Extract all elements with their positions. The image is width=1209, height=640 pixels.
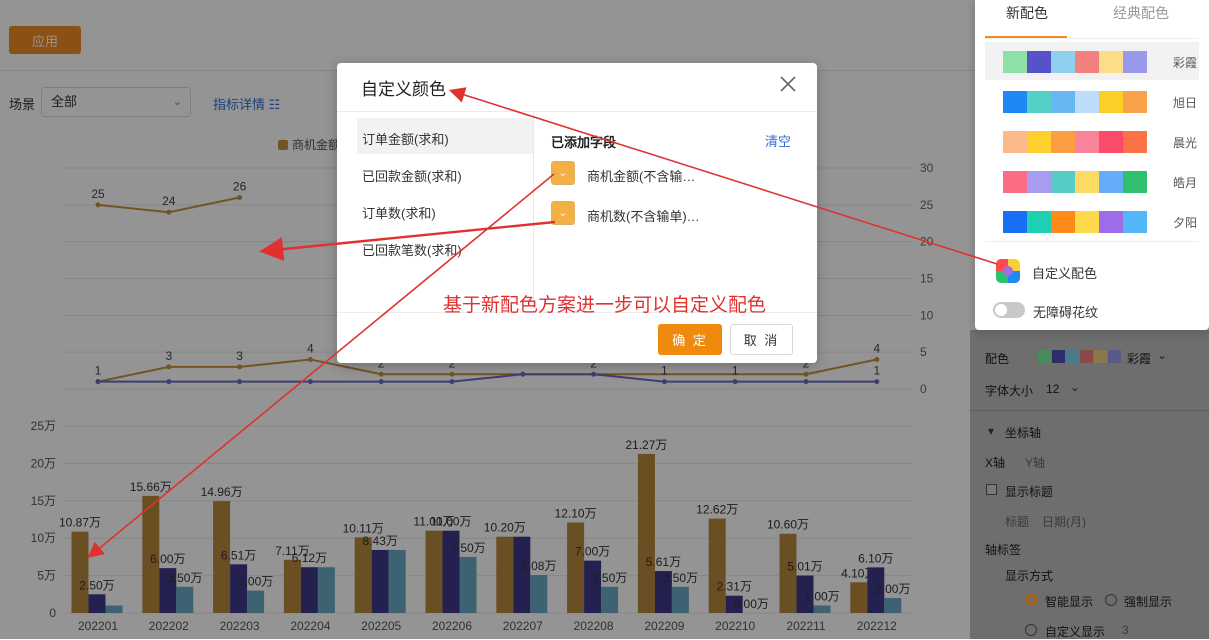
palette-swatch [1027,91,1051,113]
axis-label-title: 轴标签 [985,543,1022,557]
font-size-label: 字体大小 [985,384,1034,398]
palette-name: 彩霞 [1173,56,1198,70]
palette-swatch [1075,131,1099,153]
palette-name: 晨光 [1173,136,1198,150]
palette-swatch [1075,211,1099,233]
palette-swatch [1003,171,1027,193]
palette-option-旭日[interactable]: 旭日 [985,82,1199,120]
custom-palette-icon[interactable] [996,259,1020,283]
force-display-label: 强制显示 [1124,595,1173,609]
tab-new-palette[interactable]: 新配色 [1006,3,1048,23]
title-input[interactable]: 日期(月) [1042,513,1086,530]
palette-option-夕阳[interactable]: 夕阳 [985,202,1199,240]
custom-palette-label[interactable]: 自定义配色 [1032,263,1097,282]
added-field-label: 商机数(不含输单)… [587,209,700,224]
palette-name: 旭日 [1173,96,1198,110]
custom-display-label: 自定义显示 [1045,625,1106,639]
color-preview[interactable] [1038,350,1121,363]
tab-divider [985,38,1199,39]
title-label: 标题 [1005,515,1030,529]
palette-swatch [1003,91,1027,113]
palette-swatch [1027,211,1051,233]
palette-option-皓月[interactable]: 皓月 [985,162,1199,200]
palette-swatch [1099,211,1123,233]
palette-swatch [1075,51,1099,73]
accessible-pattern-toggle[interactable] [993,302,1025,318]
palette-swatch [1123,91,1147,113]
palette-swatch [1051,91,1075,113]
dialog-title: 自定义颜色 [361,80,446,99]
palette-swatch [1003,211,1027,233]
dialog-column-divider [533,112,534,312]
palette-swatch [1051,211,1075,233]
force-display-radio[interactable] [1105,594,1117,606]
chevron-down-icon: ⌄ [558,207,568,219]
smart-display-radio[interactable] [1025,594,1037,606]
added-field-label: 商机金额(不含输… [587,169,696,184]
show-title-checkbox[interactable] [986,484,997,495]
palette-name: 夕阳 [1173,216,1198,230]
palette-swatch [1099,91,1123,113]
popover-divider [985,241,1199,242]
toggle-knob [995,304,1007,316]
dialog-header-divider [337,111,817,112]
close-icon[interactable] [777,73,799,95]
chevron-down-icon: ⌄ [558,167,568,179]
accessible-pattern-label: 无障碍花纹 [1033,305,1099,320]
palette-swatch [1003,131,1027,153]
palette-swatch [1051,51,1075,73]
color-swatch-button[interactable]: ⌄ [551,161,575,185]
palette-swatch [1123,211,1147,233]
tab-y-axis[interactable]: Y轴 [1025,454,1045,471]
active-tab-underline [985,36,1067,38]
panel-divider [970,410,1209,411]
palette-swatch [1027,171,1051,193]
added-fields-title: 已添加字段 [551,135,617,150]
custom-display-value[interactable]: 3 [1122,623,1129,637]
palette-swatch [1099,51,1123,73]
annotation-text: 基于新配色方案进一步可以自定义配色 [443,295,767,316]
color-swatch-button[interactable]: ⌄ [551,201,575,225]
caret-down-icon[interactable]: ▾ [988,424,994,438]
field-item[interactable]: 订单数(求和) [362,203,436,222]
palette-swatch [1075,91,1099,113]
palette-swatch [1123,131,1147,153]
custom-color-dialog: 自定义颜色 订单金额(求和) 已回款金额(求和) 订单数(求和) 已回款笔数(求… [337,63,817,363]
field-item[interactable]: 订单金额(求和) [362,129,449,148]
palette-swatch [1099,131,1123,153]
palette-swatch [1027,51,1051,73]
smart-display-label: 智能显示 [1045,595,1094,609]
clear-link[interactable]: 清空 [765,131,791,150]
chevron-down-icon[interactable]: ⌄ [1157,348,1167,362]
cancel-button[interactable]: 取 消 [730,324,793,355]
font-size-value[interactable]: 12 [1046,382,1059,396]
field-item[interactable]: 已回款笔数(求和) [362,240,462,259]
custom-display-radio[interactable] [1025,624,1037,636]
palette-swatch [1075,171,1099,193]
confirm-button[interactable]: 确 定 [658,324,722,355]
chevron-down-icon[interactable]: ⌄ [1070,380,1080,394]
palette-swatch [1027,131,1051,153]
color-scheme-popover: 新配色 经典配色 彩霞旭日晨光皓月夕阳 自定义配色 无障碍花纹 [975,0,1209,330]
axis-section-title[interactable]: 坐标轴 [1005,424,1041,441]
tab-x-axis[interactable]: X轴 [985,454,1005,471]
color-label: 配色 [985,352,1010,366]
palette-swatch [1099,171,1123,193]
show-title-label: 显示标题 [1005,485,1054,499]
palette-swatch [1123,171,1147,193]
palette-swatch [1003,51,1027,73]
palette-name: 皓月 [1173,176,1198,190]
palette-swatch [1051,131,1075,153]
palette-option-晨光[interactable]: 晨光 [985,122,1199,160]
settings-panel: 配色 彩霞 ⌄ 字体大小 12 ⌄ ▾ 坐标轴 X轴 Y轴 显示标题 标题 日期… [970,330,1209,639]
palette-swatch [1123,51,1147,73]
field-item[interactable]: 已回款金额(求和) [362,166,462,185]
palette-option-彩霞[interactable]: 彩霞 [985,42,1199,80]
display-mode-label: 显示方式 [1005,569,1054,583]
palette-swatch [1051,171,1075,193]
color-value[interactable]: 彩霞 [1127,350,1151,367]
tab-classic-palette[interactable]: 经典配色 [1113,3,1169,23]
